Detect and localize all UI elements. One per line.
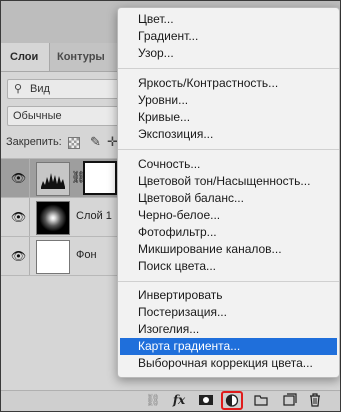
menu-item-brightness-contrast[interactable]: Яркость/Контрастность...: [118, 75, 339, 92]
adjustment-icon: [225, 394, 239, 407]
histogram-icon: [41, 173, 65, 189]
tab-layers[interactable]: Слои: [1, 43, 50, 71]
menu-item-vibrance[interactable]: Сочность...: [118, 156, 339, 173]
lock-label: Закрепить:: [6, 136, 62, 148]
menu-item-curves[interactable]: Кривые...: [118, 109, 339, 126]
menu-separator: [118, 281, 339, 282]
menu-item-gradient[interactable]: Градиент...: [118, 28, 339, 45]
eye-icon[interactable]: 👁: [11, 249, 26, 263]
menu-item-black-white[interactable]: Черно-белое...: [118, 207, 339, 224]
filter-label: Вид: [30, 83, 50, 95]
menu-item-photo-filter[interactable]: Фотофильтр...: [118, 224, 339, 241]
search-icon: ⚲: [14, 83, 23, 95]
adjustment-layer-menu: Цвет... Градиент... Узор... Яркость/Конт…: [117, 7, 340, 378]
folder-icon[interactable]: [253, 392, 269, 408]
lock-image-pixels-icon[interactable]: ✎: [90, 134, 101, 150]
layer-thumbnail: [36, 201, 70, 235]
layer-thumbnail: [36, 240, 70, 274]
link-icon[interactable]: ⛓: [145, 392, 161, 408]
histogram-thumbnail: [36, 162, 70, 196]
menu-item-levels[interactable]: Уровни...: [118, 92, 339, 109]
menu-item-hue-saturation[interactable]: Цветовой тон/Насыщенность...: [118, 173, 339, 190]
mask-icon[interactable]: [198, 392, 214, 408]
eye-icon[interactable]: 👁: [11, 171, 26, 185]
menu-item-exposure[interactable]: Экспозиция...: [118, 126, 339, 143]
menu-item-color-lookup[interactable]: Поиск цвета...: [118, 258, 339, 275]
eye-icon[interactable]: 👁: [11, 210, 26, 224]
trash-icon[interactable]: [307, 392, 323, 408]
layer-mask-thumbnail[interactable]: [83, 161, 117, 195]
layer-name: Слой 1: [76, 210, 112, 222]
lock-transparent-pixels-icon[interactable]: [68, 137, 80, 149]
menu-item-invert[interactable]: Инвертировать: [118, 287, 339, 304]
blend-mode-value: Обычные: [13, 110, 62, 122]
menu-item-selective-color[interactable]: Выборочная коррекция цвета...: [118, 355, 339, 372]
menu-separator: [118, 68, 339, 69]
menu-item-pattern[interactable]: Узор...: [118, 45, 339, 62]
menu-item-solid-color[interactable]: Цвет...: [118, 11, 339, 28]
new-layer-icon[interactable]: [281, 392, 297, 408]
fx-icon[interactable]: fx: [171, 392, 187, 408]
adjustment-layer-button[interactable]: [221, 391, 243, 410]
layers-bottom-toolbar: ⛓ fx: [1, 390, 340, 411]
tab-paths[interactable]: Контуры: [49, 43, 113, 71]
menu-item-color-balance[interactable]: Цветовой баланс...: [118, 190, 339, 207]
menu-separator: [118, 149, 339, 150]
menu-item-gradient-map[interactable]: Карта градиента...: [120, 338, 337, 355]
menu-item-channel-mixer[interactable]: Микширование каналов...: [118, 241, 339, 258]
menu-item-threshold[interactable]: Изогелия...: [118, 321, 339, 338]
menu-item-posterize[interactable]: Постеризация...: [118, 304, 339, 321]
layer-name: Фон: [76, 249, 97, 261]
